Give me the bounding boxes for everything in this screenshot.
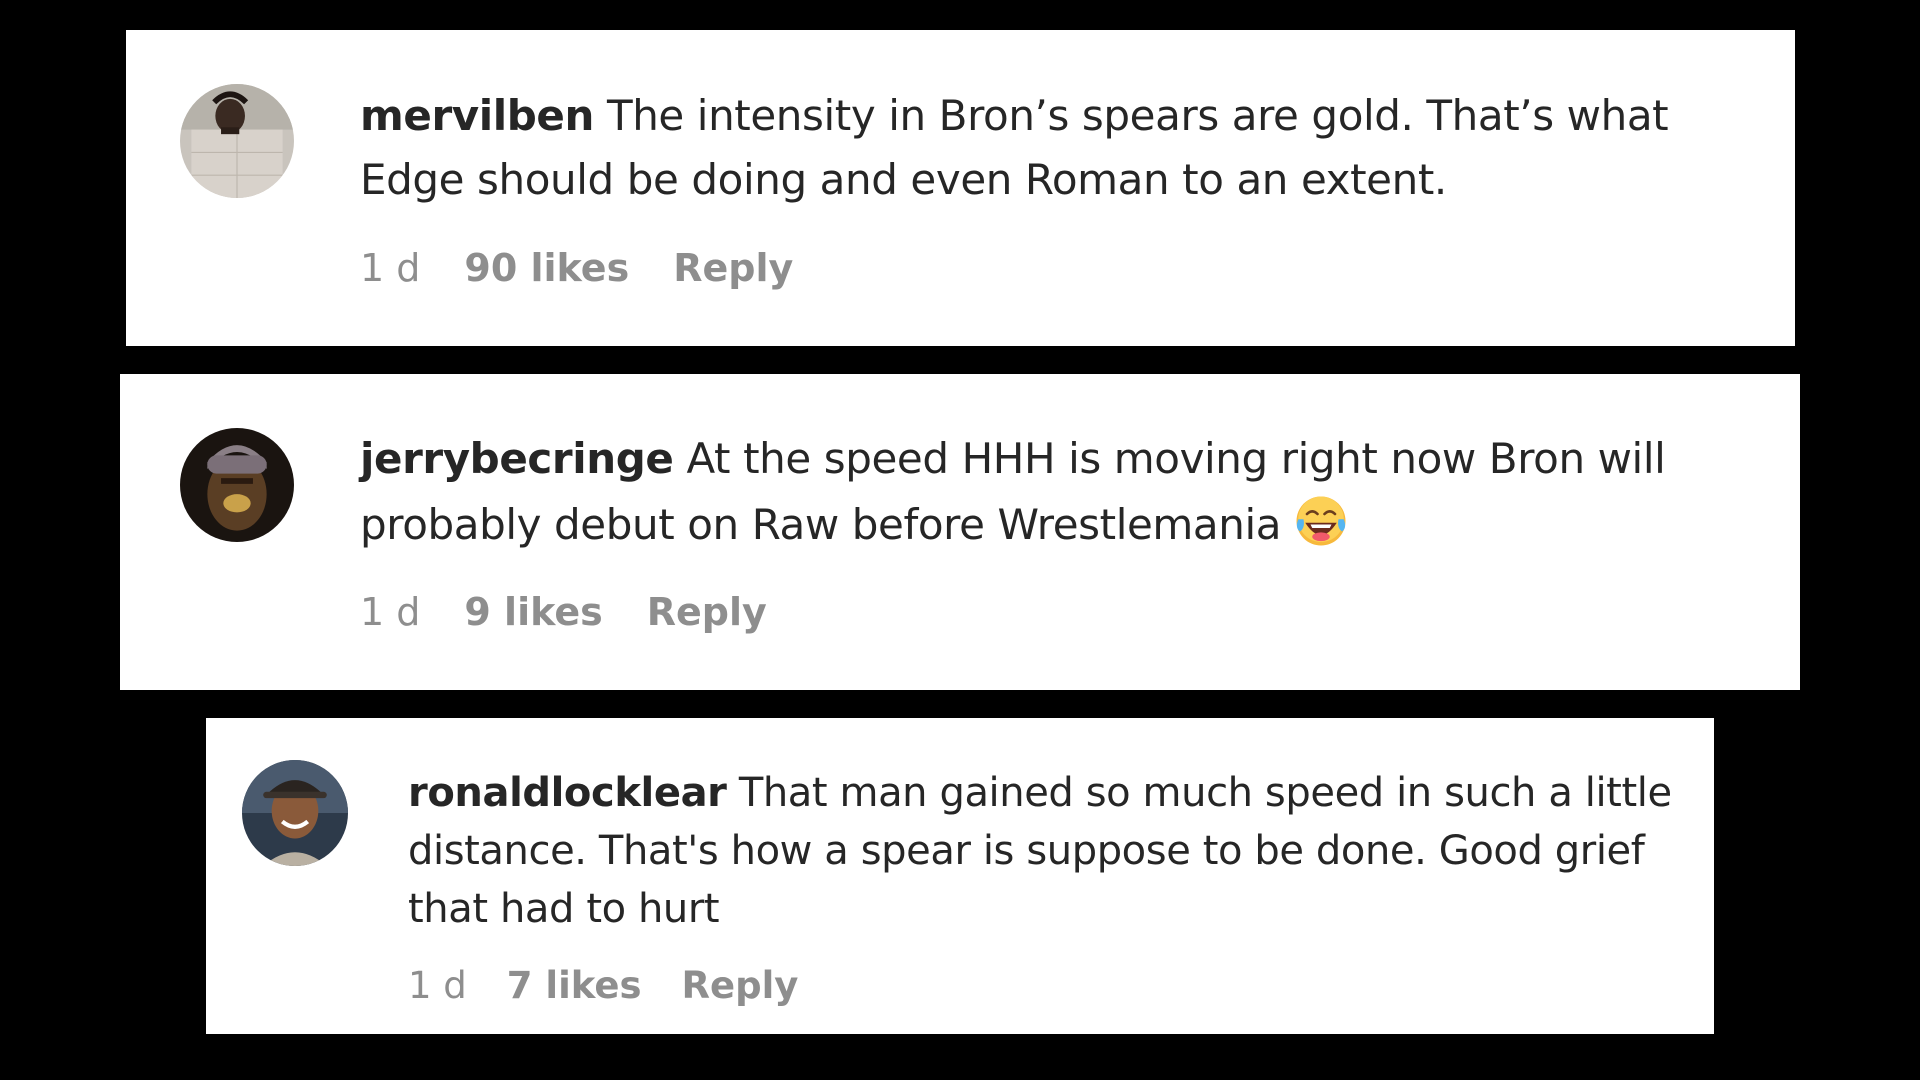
username[interactable]: mervilben [360, 91, 594, 140]
likes-count[interactable]: 9 likes [464, 590, 602, 634]
comment-card-3: ronaldlocklear That man gained so much s… [206, 718, 1714, 1034]
user-photo-icon [180, 428, 294, 542]
avatar[interactable] [180, 428, 294, 542]
comment-card-1: mervilben The intensity in Bron’s spears… [126, 30, 1795, 346]
comment-meta: 1 d 7 likes Reply [408, 964, 798, 1007]
username[interactable]: jerrybecringe [360, 434, 674, 483]
likes-count[interactable]: 7 likes [507, 964, 642, 1007]
reply-button[interactable]: Reply [647, 590, 767, 634]
timestamp: 1 d [360, 590, 421, 634]
comment-meta: 1 d 90 likes Reply [360, 246, 793, 290]
avatar[interactable] [242, 760, 348, 866]
timestamp: 1 d [360, 246, 421, 290]
timestamp: 1 d [408, 964, 467, 1007]
comment-text: mervilben The intensity in Bron’s spears… [360, 84, 1760, 212]
comment-text: jerrybecringe At the speed HHH is moving… [360, 426, 1780, 558]
comment-meta: 1 d 9 likes Reply [360, 590, 767, 634]
comment-card-2: jerrybecringe At the speed HHH is moving… [120, 374, 1800, 690]
avatar[interactable] [180, 84, 294, 198]
reply-button[interactable]: Reply [682, 964, 799, 1007]
user-photo-icon [242, 760, 348, 866]
comment-text: ronaldlocklear That man gained so much s… [408, 764, 1698, 938]
username[interactable]: ronaldlocklear [408, 770, 727, 816]
tears-of-joy-emoji-icon [1296, 496, 1346, 546]
reply-button[interactable]: Reply [673, 246, 793, 290]
likes-count[interactable]: 90 likes [464, 246, 629, 290]
user-photo-icon [180, 84, 294, 198]
